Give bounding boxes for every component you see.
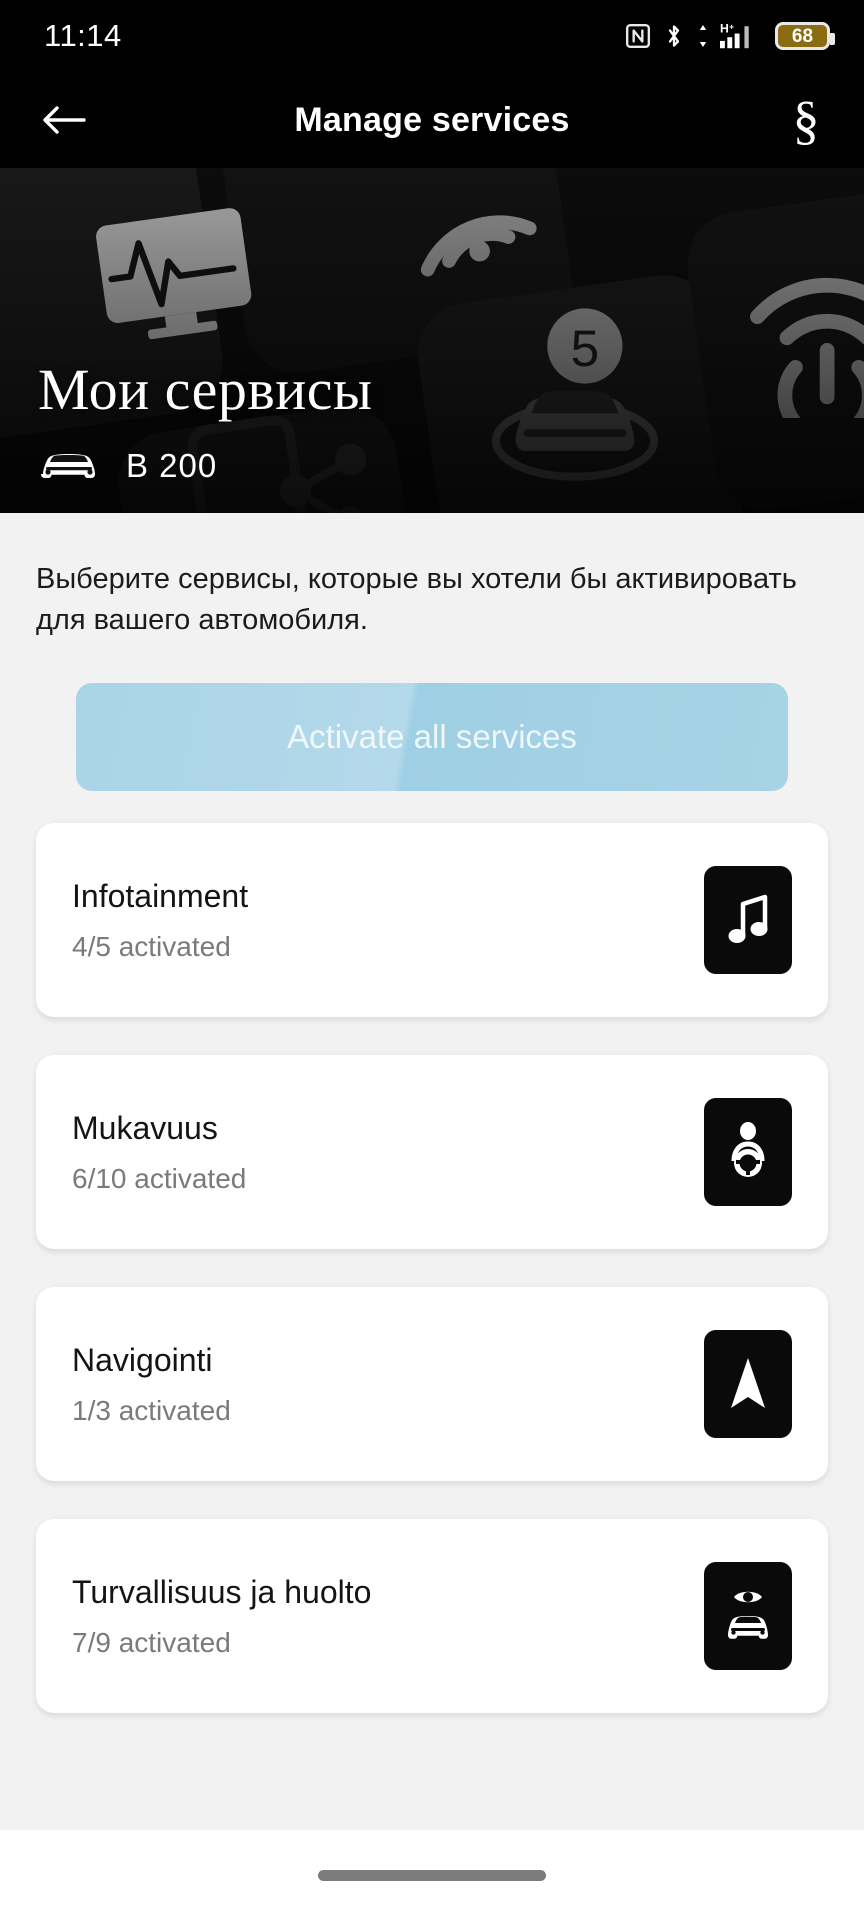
section-sign-icon: § <box>792 90 820 150</box>
hero-vehicle-row: B 200 <box>38 447 826 485</box>
system-navigation-bar <box>0 1830 864 1920</box>
hero-title: Мои сервисы <box>38 357 373 423</box>
status-bar: 11:14 H + 68 <box>0 0 864 72</box>
service-card-navigointi[interactable]: Navigointi 1/3 activated <box>36 1287 828 1482</box>
page-title: Manage services <box>294 100 570 139</box>
card-status: 7/9 activated <box>72 1626 231 1658</box>
card-text: Turvallisuus ja huolto 7/9 activated <box>72 1574 371 1659</box>
hero-content: Мои сервисы B 200 <box>38 357 826 485</box>
card-status: 1/3 activated <box>72 1394 231 1426</box>
card-title: Turvallisuus ja huolto <box>72 1573 372 1610</box>
activate-all-services-button[interactable]: Activate all services <box>76 683 788 792</box>
status-icons: H + 68 <box>625 21 835 51</box>
battery-level: 68 <box>791 25 814 47</box>
legal-section-button[interactable]: § <box>778 90 834 150</box>
card-title: Mukavuus <box>72 1109 218 1146</box>
driver-steering-wheel-icon <box>731 1122 765 1178</box>
svg-text:H: H <box>720 21 729 35</box>
card-text: Navigointi 1/3 activated <box>72 1342 231 1427</box>
card-title: Navigointi <box>72 1341 213 1378</box>
back-button[interactable] <box>36 92 92 148</box>
card-icon-tile <box>704 1330 792 1439</box>
activate-all-label: Activate all services <box>287 718 577 756</box>
navigation-arrow-icon <box>731 1358 765 1409</box>
battery-icon: 68 <box>775 22 835 50</box>
card-icon-tile <box>704 1562 792 1671</box>
arrow-left-icon <box>43 106 86 134</box>
home-indicator[interactable] <box>318 1869 546 1881</box>
mobile-data-hplus-signal-icon: H + <box>720 21 749 49</box>
card-text: Infotainment 4/5 activated <box>72 878 248 963</box>
card-icon-tile <box>704 1098 792 1207</box>
card-icon-tile <box>704 866 792 975</box>
service-card-mukavuus[interactable]: Mukavuus 6/10 activated <box>36 1055 828 1250</box>
hero-banner: 5 Мои сервисы <box>0 168 864 513</box>
status-clock: 11:14 <box>44 18 122 53</box>
card-status: 4/5 activated <box>72 930 231 962</box>
eye-over-car-icon <box>728 1592 768 1640</box>
card-title: Infotainment <box>72 877 249 914</box>
data-transfer-arrows-icon <box>699 25 707 47</box>
card-text: Mukavuus 6/10 activated <box>72 1110 246 1195</box>
hero-vehicle-name: B 200 <box>126 447 218 484</box>
svg-text:+: + <box>729 21 734 31</box>
app-bar: Manage services § <box>0 72 864 168</box>
main-content: Выберите сервисы, которые вы хотели бы а… <box>0 513 864 1920</box>
music-note-icon <box>728 895 768 944</box>
activate-all-wrapper: Activate all services <box>0 641 864 792</box>
page-description: Выберите сервисы, которые вы хотели бы а… <box>36 563 797 637</box>
service-card-infotainment[interactable]: Infotainment 4/5 activated <box>36 823 828 1018</box>
service-card-turvallisuus-ja-huolto[interactable]: Turvallisuus ja huolto 7/9 activated <box>36 1519 828 1714</box>
nfc-icon <box>625 23 651 49</box>
phone-screen: 11:14 H + 68 Manage services § Мои серви… <box>0 0 864 1920</box>
service-card-list: Infotainment 4/5 activated Mukavuus 6/10… <box>0 791 864 1714</box>
bluetooth-icon <box>668 25 680 47</box>
card-status: 6/10 activated <box>72 1162 247 1194</box>
car-front-icon <box>41 454 95 478</box>
